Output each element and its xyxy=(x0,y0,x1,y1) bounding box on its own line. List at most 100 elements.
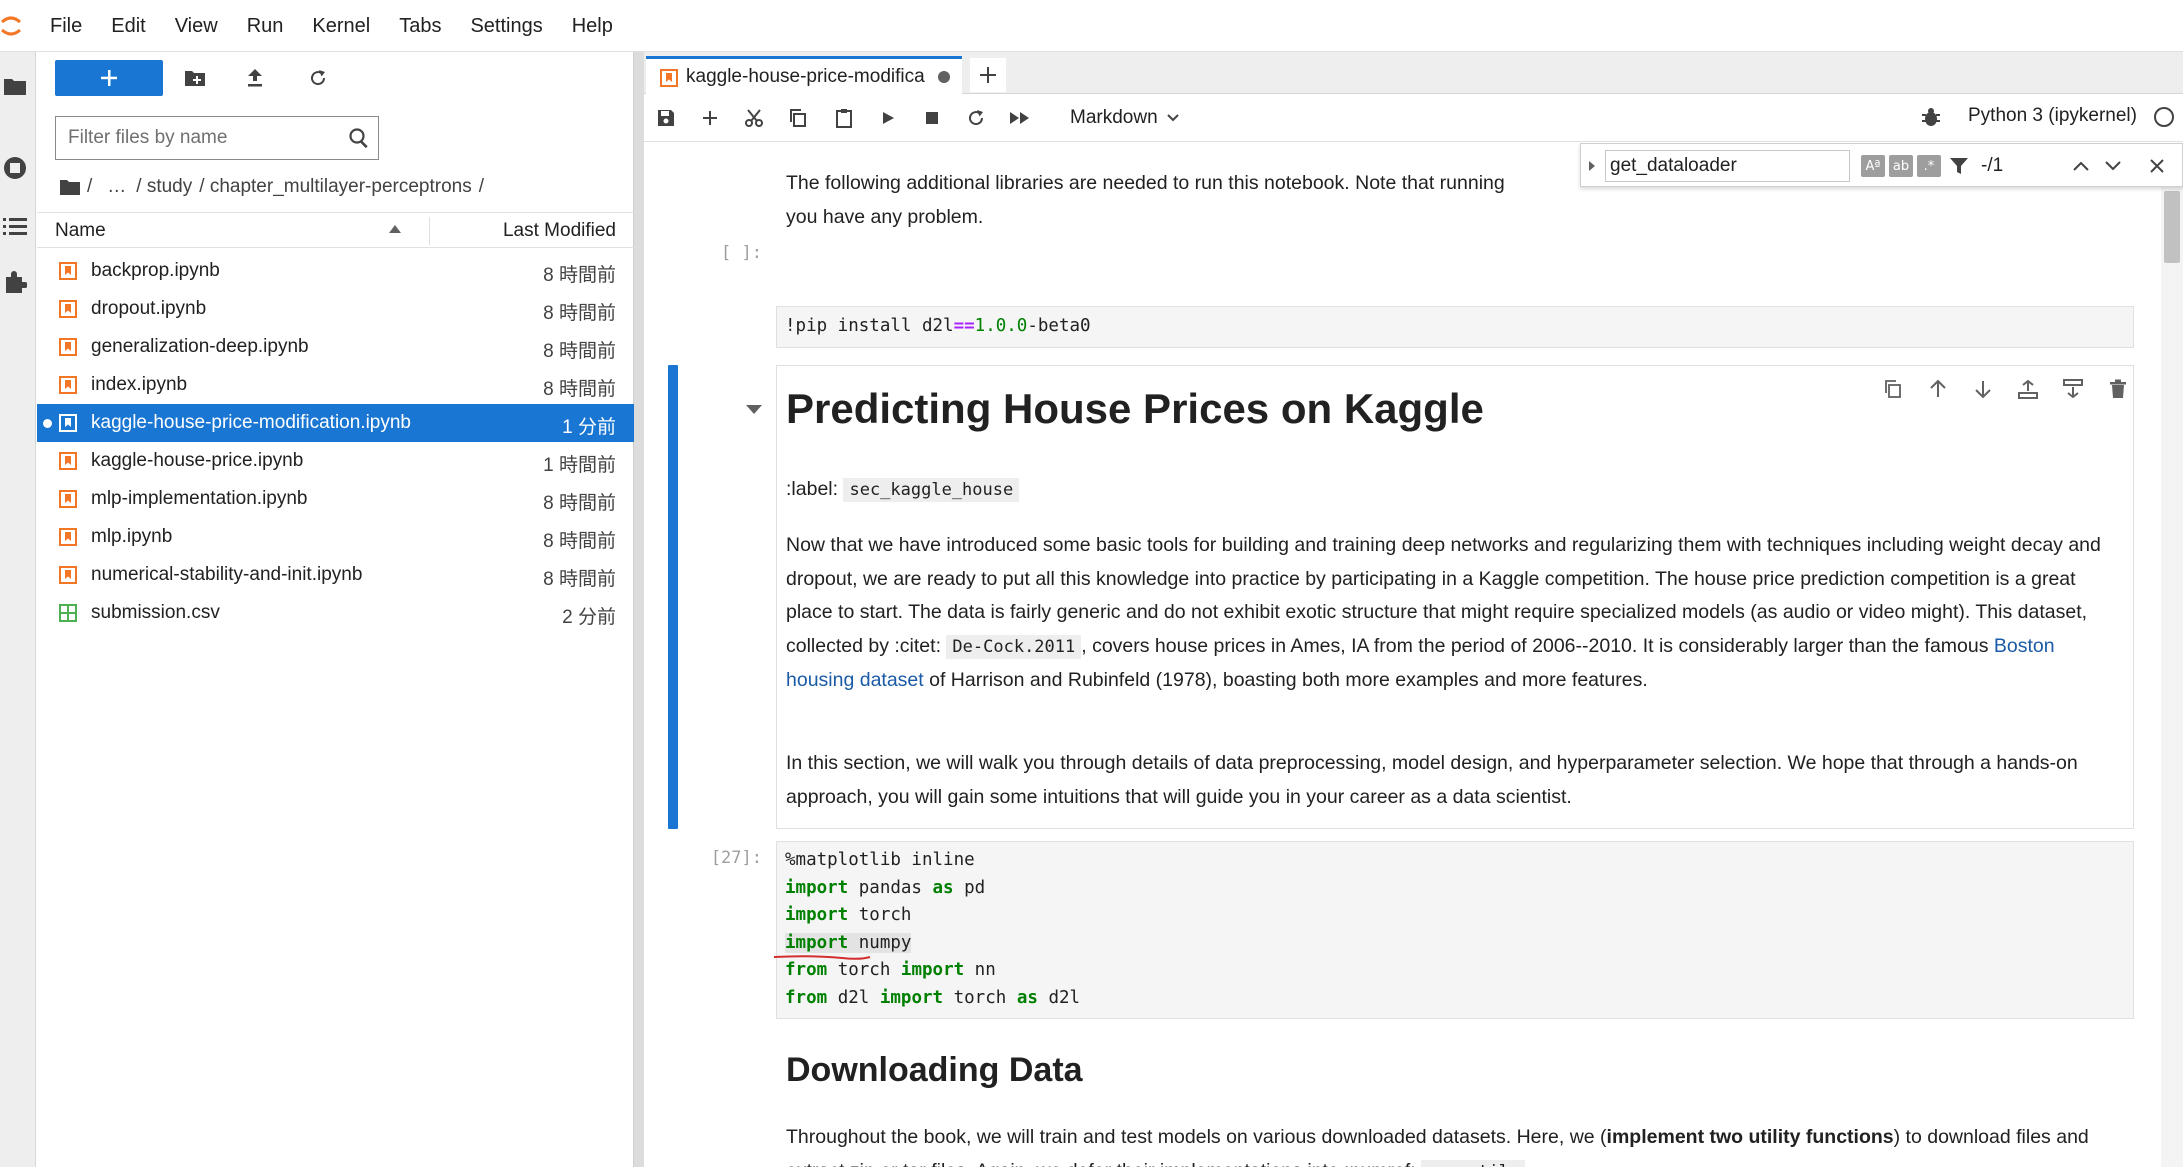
restart-run-all-button[interactable] xyxy=(1006,104,1034,132)
copy-button[interactable] xyxy=(784,104,812,132)
tab-notebook[interactable]: kaggle-house-price-modifica xyxy=(646,56,962,94)
breadcrumb-chapter[interactable]: / chapter_multilayer-perceptrons xyxy=(199,176,471,198)
filter-files-input[interactable] xyxy=(68,125,338,151)
filter-button[interactable] xyxy=(1945,152,1973,180)
duplicate-cell-button[interactable] xyxy=(1870,373,1915,405)
menu-settings[interactable]: Settings xyxy=(470,15,542,38)
code-cell-imports[interactable]: %matplotlib inline import pandas as pd i… xyxy=(776,841,2134,1019)
save-button[interactable] xyxy=(652,104,680,132)
menu-view[interactable]: View xyxy=(175,15,218,38)
column-divider[interactable] xyxy=(429,217,430,245)
move-up-button[interactable] xyxy=(1915,373,1960,405)
cell-type-dropdown[interactable]: Markdown xyxy=(1070,104,1180,132)
whole-word-icon[interactable]: ab xyxy=(1889,155,1913,177)
menu-file[interactable]: File xyxy=(50,15,82,38)
match-case-icon[interactable]: Aª xyxy=(1861,155,1885,177)
scrollbar[interactable] xyxy=(2161,143,2183,1167)
move-down-button[interactable] xyxy=(1960,373,2005,405)
column-last-modified[interactable]: Last Modified xyxy=(503,220,616,242)
delete-cell-button[interactable] xyxy=(2095,373,2140,405)
file-row-selected[interactable]: kaggle-house-price-modification.ipynb 1 … xyxy=(37,404,634,442)
fast-forward-icon xyxy=(1010,112,1029,124)
code-line: !pip install d2l==1.0.0-beta0 xyxy=(785,316,1091,336)
folder-icon[interactable] xyxy=(59,178,81,196)
code-keyword: from xyxy=(785,960,828,980)
column-name[interactable]: Name xyxy=(55,220,106,242)
menu-kernel[interactable]: Kernel xyxy=(312,15,370,38)
new-launcher-button[interactable] xyxy=(55,60,163,96)
scrollbar-thumb[interactable] xyxy=(2164,191,2180,263)
main-area: kaggle-house-price-modifica Markdown Pyt… xyxy=(644,52,2183,1167)
filter-files-field[interactable] xyxy=(55,116,379,160)
file-row[interactable]: backprop.ipynb 8 時間前 xyxy=(37,252,634,290)
refresh-button[interactable] xyxy=(302,62,334,94)
restart-kernel-button[interactable] xyxy=(962,104,990,132)
file-modified: 8 時間前 xyxy=(543,379,616,400)
unsaved-dot-icon[interactable] xyxy=(938,71,950,83)
menu-help[interactable]: Help xyxy=(572,15,613,38)
code-cell-pip[interactable]: !pip install d2l==1.0.0-beta0 xyxy=(776,306,2134,348)
extension-icon[interactable] xyxy=(0,262,30,302)
paste-button[interactable] xyxy=(830,104,858,132)
label-code: sec_kaggle_house xyxy=(843,478,1020,502)
file-row[interactable]: kaggle-house-price.ipynb 1 時間前 xyxy=(37,442,634,480)
insert-above-button[interactable] xyxy=(2005,373,2050,405)
close-search-button[interactable] xyxy=(2143,152,2171,180)
new-tab-button[interactable] xyxy=(970,58,1006,92)
menu-edit[interactable]: Edit xyxy=(111,15,145,38)
file-row[interactable]: generalization-deep.ipynb 8 時間前 xyxy=(37,328,634,366)
insert-below-button[interactable] xyxy=(2050,373,2095,405)
file-row[interactable]: index.ipynb 8 時間前 xyxy=(37,366,634,404)
file-row[interactable]: dropout.ipynb 8 時間前 xyxy=(37,290,634,328)
copy-icon xyxy=(790,109,806,127)
kernel-name[interactable]: Python 3 (ipykernel) xyxy=(1968,105,2137,127)
run-button[interactable] xyxy=(874,104,902,132)
menu-tabs[interactable]: Tabs xyxy=(399,15,441,38)
arrow-up-icon xyxy=(1929,379,1946,397)
toggle-replace-icon[interactable] xyxy=(1589,161,1595,171)
breadcrumb-root[interactable]: / xyxy=(87,176,92,198)
paragraph-section: In this section, we will walk you throug… xyxy=(786,752,2078,808)
regex-icon[interactable]: .* xyxy=(1917,155,1941,177)
file-row[interactable]: numerical-stability-and-init.ipynb 8 時間前 xyxy=(37,556,634,594)
interrupt-button[interactable] xyxy=(918,104,946,132)
code-line: from d2l import torch as d2l xyxy=(785,988,1080,1008)
next-match-button[interactable] xyxy=(2099,152,2127,180)
code-text: pd xyxy=(953,877,986,898)
notebook-icon xyxy=(59,566,77,584)
code-line: %matplotlib inline xyxy=(785,850,975,870)
folder-icon[interactable] xyxy=(0,66,30,106)
code-keyword: import xyxy=(785,877,849,898)
new-folder-button[interactable] xyxy=(179,62,211,94)
close-icon xyxy=(2150,159,2164,173)
upload-button[interactable] xyxy=(239,62,271,94)
file-name: numerical-stability-and-init.ipynb xyxy=(91,564,363,585)
file-row[interactable]: submission.csv 2 分前 xyxy=(37,594,634,632)
cut-button[interactable] xyxy=(740,104,768,132)
file-row[interactable]: mlp-implementation.ipynb 8 時間前 xyxy=(37,480,634,518)
search-input[interactable]: get_dataloader xyxy=(1605,150,1850,182)
refresh-icon xyxy=(969,110,984,126)
code-keyword: as xyxy=(1016,987,1038,1008)
breadcrumb-study[interactable]: / study xyxy=(136,176,192,198)
arrow-down-icon xyxy=(1974,381,1991,399)
panel-splitter[interactable] xyxy=(634,52,644,1167)
running-icon[interactable] xyxy=(0,148,30,188)
notebook-icon xyxy=(59,376,77,394)
collapse-heading-icon[interactable] xyxy=(746,405,762,414)
paragraph-text: . xyxy=(1525,1160,1530,1167)
previous-match-button[interactable] xyxy=(2067,152,2095,180)
active-cell-indicator[interactable] xyxy=(668,365,678,829)
toc-icon[interactable] xyxy=(0,206,30,246)
plus-icon xyxy=(101,70,117,86)
breadcrumb-end: / xyxy=(478,176,485,197)
notebook-icon xyxy=(59,338,77,356)
file-row[interactable]: mlp.ipynb 8 時間前 xyxy=(37,518,634,556)
breadcrumb-ellipsis[interactable]: … xyxy=(107,176,126,198)
new-folder-icon xyxy=(185,71,205,86)
debugger-bug-icon[interactable] xyxy=(1920,106,1942,128)
bold-text: implement two utility functions xyxy=(1606,1126,1894,1148)
insert-cell-button[interactable] xyxy=(696,104,724,132)
code-text: torch xyxy=(943,987,1017,1008)
menu-run[interactable]: Run xyxy=(247,15,284,38)
